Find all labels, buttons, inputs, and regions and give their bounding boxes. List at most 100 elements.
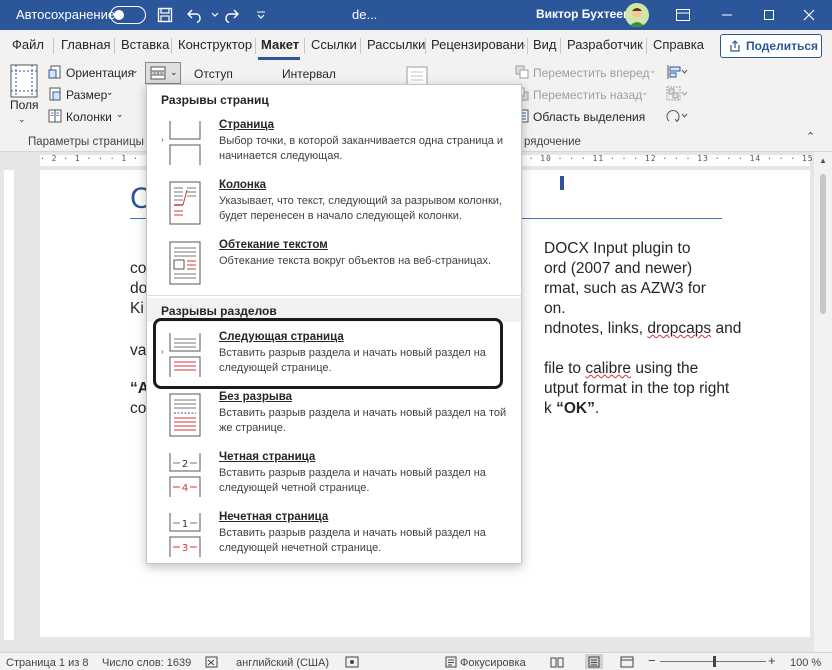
menu-item-title: Без разрыва	[219, 391, 293, 403]
doc-text-line: va	[130, 342, 147, 359]
size-button[interactable]: Размер	[66, 88, 107, 102]
group-icon[interactable]	[666, 86, 688, 105]
columns-button[interactable]: Колонки	[66, 110, 112, 124]
rotate-icon[interactable]	[666, 108, 688, 127]
scroll-up-icon[interactable]: ▲	[819, 156, 827, 165]
menu-item-column-break[interactable]: Колонка Указывает, что текст, следующий …	[147, 173, 521, 233]
accessibility-icon[interactable]	[345, 656, 359, 670]
bring-forward-icon	[515, 65, 529, 82]
menu-item-even-page[interactable]: 24 Четная страница Вставить разрыв разде…	[147, 445, 521, 505]
quick-access-more-icon[interactable]	[250, 4, 272, 26]
menu-item-odd-page[interactable]: 13 Нечетная страница Вставить разрыв раз…	[147, 505, 521, 565]
share-icon	[730, 40, 740, 52]
close-icon[interactable]	[798, 4, 820, 26]
tab-review[interactable]: Рецензирование	[431, 37, 525, 52]
tab-separator	[527, 38, 528, 54]
autosave-toggle[interactable]	[110, 6, 146, 24]
doc-text-line: rmat, such as AZW3 for	[544, 280, 706, 297]
indent-label: Отступ	[194, 67, 233, 81]
zoom-slider-thumb[interactable]	[713, 656, 716, 667]
doc-text-line: co	[130, 260, 147, 277]
svg-text:2: 2	[182, 459, 188, 470]
zoom-level[interactable]: 100 %	[790, 657, 821, 669]
user-avatar[interactable]	[625, 3, 649, 27]
margins-chevron-icon: ⌄	[18, 114, 26, 124]
doc-text-line: utput format in the top right	[544, 380, 730, 397]
user-name[interactable]: Виктор Бухтеев	[536, 7, 630, 21]
menu-item-page-break[interactable]: › Страница Выбор точки, в которой заканч…	[147, 113, 521, 173]
proofing-icon[interactable]	[205, 656, 219, 670]
tab-design[interactable]: Конструктор	[178, 37, 252, 52]
orientation-icon	[48, 65, 62, 82]
undo-icon[interactable]	[184, 4, 206, 26]
redo-icon[interactable]	[220, 4, 242, 26]
language-status[interactable]: английский (США)	[236, 657, 329, 669]
tab-help[interactable]: Справка	[653, 37, 704, 52]
bring-forward-button[interactable]: Переместить вперед	[533, 66, 649, 80]
menu-item-description: Обтекание текста вокруг объектов на веб-…	[219, 255, 492, 267]
menu-item-text-wrapping[interactable]: Обтекание текстом Обтекание текста вокру…	[147, 233, 521, 293]
doc-text-line: ndnotes, links, dropcaps and	[544, 320, 742, 337]
zoom-in-button[interactable]: +	[768, 653, 776, 668]
doc-text-line: Ki	[130, 300, 144, 317]
tab-separator	[560, 38, 561, 54]
menu-item-description: Вставить разрыв раздела и начать новый р…	[219, 527, 486, 554]
focus-icon[interactable]	[445, 656, 457, 670]
tab-insert[interactable]: Вставка	[121, 37, 169, 52]
tab-developer[interactable]: Разработчик	[567, 37, 643, 52]
column-break-icon	[169, 181, 201, 225]
maximize-icon[interactable]	[758, 4, 780, 26]
menu-item-description: Вставить разрыв раздела и начать новый р…	[219, 407, 507, 434]
continuous-break-icon	[169, 393, 201, 437]
tab-references[interactable]: Ссылки	[311, 37, 357, 52]
tab-separator	[255, 38, 256, 54]
even-page-break-icon: 24	[169, 453, 201, 497]
vertical-ruler[interactable]	[0, 170, 18, 652]
doc-text-line: do	[130, 280, 148, 297]
zoom-out-button[interactable]: −	[648, 653, 656, 668]
collapse-ribbon-icon[interactable]: ⌃	[806, 130, 815, 143]
ribbon-display-icon[interactable]	[672, 4, 694, 26]
ribbon-tabs: Файл Главная Вставка Конструктор Макет С…	[0, 30, 832, 60]
tab-separator	[425, 38, 426, 54]
autosave-label: Автосохранение	[16, 7, 116, 22]
web-layout-icon[interactable]	[620, 656, 634, 670]
orientation-chevron-icon: ⌄	[131, 65, 139, 75]
size-icon	[48, 87, 62, 104]
svg-text:3: 3	[182, 543, 188, 554]
vertical-scrollbar[interactable]: ▲	[814, 152, 832, 652]
menu-item-continuous[interactable]: Без разрыва Вставить разрыв раздела и на…	[147, 385, 521, 445]
menu-item-title: Колонка	[219, 179, 267, 191]
selection-pane-button[interactable]: Область выделения	[533, 110, 645, 124]
scrollbar-thumb[interactable]	[820, 174, 826, 314]
minimize-icon[interactable]	[716, 4, 738, 26]
print-layout-button[interactable]	[585, 654, 603, 669]
word-count[interactable]: Число слов: 1639	[102, 657, 191, 669]
doc-text-line: on.	[544, 300, 566, 317]
document-name[interactable]: de...	[352, 7, 377, 22]
breaks-button[interactable]: ⌄	[145, 62, 181, 84]
orientation-button[interactable]: Ориентация	[66, 66, 134, 80]
page-count[interactable]: Страница 1 из 8	[6, 657, 88, 669]
svg-text:4: 4	[182, 483, 188, 494]
tab-home[interactable]: Главная	[61, 37, 110, 52]
tab-layout[interactable]: Макет	[261, 37, 299, 52]
word-window: Автосохранение de... Виктор Бухтеев Файл…	[0, 0, 832, 670]
highlight-frame	[153, 318, 503, 389]
tab-separator	[53, 38, 54, 54]
tab-view[interactable]: Вид	[533, 37, 557, 52]
svg-text:1: 1	[182, 519, 188, 530]
title-bar: Автосохранение de... Виктор Бухтеев	[0, 0, 832, 30]
read-mode-icon[interactable]	[550, 656, 564, 670]
align-icon[interactable]	[666, 64, 688, 83]
tab-file[interactable]: Файл	[12, 37, 44, 52]
tab-mailings[interactable]: Рассылки	[367, 37, 425, 52]
share-button[interactable]: Поделиться	[720, 34, 822, 58]
doc-text-line: file to calibre using the	[544, 360, 699, 377]
save-icon[interactable]	[154, 4, 176, 26]
tab-separator	[304, 38, 305, 54]
focus-mode-button[interactable]: Фокусировка	[460, 657, 526, 669]
send-backward-button[interactable]: Переместить назад	[533, 88, 642, 102]
send-backward-chevron-icon: ⌄	[641, 87, 649, 97]
margins-button[interactable]: Поля	[10, 98, 39, 112]
